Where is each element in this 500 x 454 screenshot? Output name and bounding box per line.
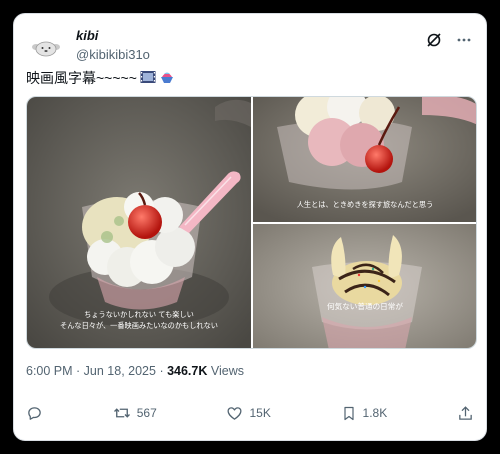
- bookmark-icon: [341, 405, 357, 422]
- user-handle[interactable]: @kibikibi31o: [76, 47, 150, 62]
- photo-bottom-right[interactable]: 何気ない普通の日常が: [253, 224, 477, 349]
- share-button[interactable]: [457, 405, 474, 422]
- bookmark-count: 1.8K: [362, 406, 388, 420]
- tweet-body: 映画風字幕~~~~~: [26, 70, 137, 86]
- film-icon: [140, 70, 156, 87]
- caption-2: 人生とは、ときめきを探す旅なんだと思う: [297, 200, 434, 209]
- grok-icon[interactable]: [426, 32, 442, 48]
- display-name[interactable]: kibi: [76, 28, 150, 43]
- retweet-icon: [113, 404, 131, 422]
- reply-icon: [26, 405, 43, 422]
- more-icon[interactable]: [456, 32, 472, 48]
- like-icon: [226, 405, 243, 422]
- tweet-header: kibi @kibikibi31o: [26, 24, 474, 68]
- views-label: Views: [207, 364, 244, 378]
- tweet-time[interactable]: 6:00 PM: [26, 364, 73, 378]
- like-count: 15K: [249, 406, 271, 420]
- photo-left[interactable]: ちょうないかしれない ても楽しい そんな日々が、一番映画みたいなのかもしれない: [27, 97, 251, 349]
- retweet-count: 567: [136, 406, 157, 420]
- meta-separator: ·: [72, 364, 84, 378]
- tweet-date[interactable]: Jun 18, 2025: [84, 364, 156, 378]
- shaved-ice-icon: [159, 69, 175, 88]
- bookmark-button[interactable]: 1.8K: [341, 405, 388, 422]
- reply-button[interactable]: [26, 405, 43, 422]
- user-names: kibi @kibikibi31o: [76, 28, 150, 62]
- action-bar: 567 15K 1.8K: [26, 401, 474, 425]
- tweet-meta: 6:00 PM · Jun 18, 2025 · 346.7K Views: [26, 364, 244, 378]
- meta-separator-2: ·: [155, 364, 168, 378]
- tweet-media[interactable]: ちょうないかしれない ても楽しい そんな日々が、一番映画みたいなのかもしれない …: [26, 96, 477, 349]
- views-count: 346.7K: [167, 364, 208, 378]
- caption-1-line1: ちょうないかしれない ても楽しい: [84, 310, 194, 319]
- caption-1-line2: そんな日々が、一番映画みたいなのかもしれない: [60, 321, 218, 330]
- share-icon: [457, 405, 474, 422]
- avatar[interactable]: [28, 30, 64, 66]
- caption-3: 何気ない普通の日常が: [327, 301, 403, 311]
- photo-top-right[interactable]: 人生とは、ときめきを探す旅なんだと思う: [253, 97, 477, 222]
- tweet-text: 映画風字幕~~~~~: [26, 68, 175, 88]
- like-button[interactable]: 15K: [226, 405, 271, 422]
- retweet-button[interactable]: 567: [113, 404, 157, 422]
- tweet-card: kibi @kibikibi31o 映画風字幕~~~~~ ちょうないかしれない …: [13, 13, 487, 441]
- header-icons: [426, 32, 472, 48]
